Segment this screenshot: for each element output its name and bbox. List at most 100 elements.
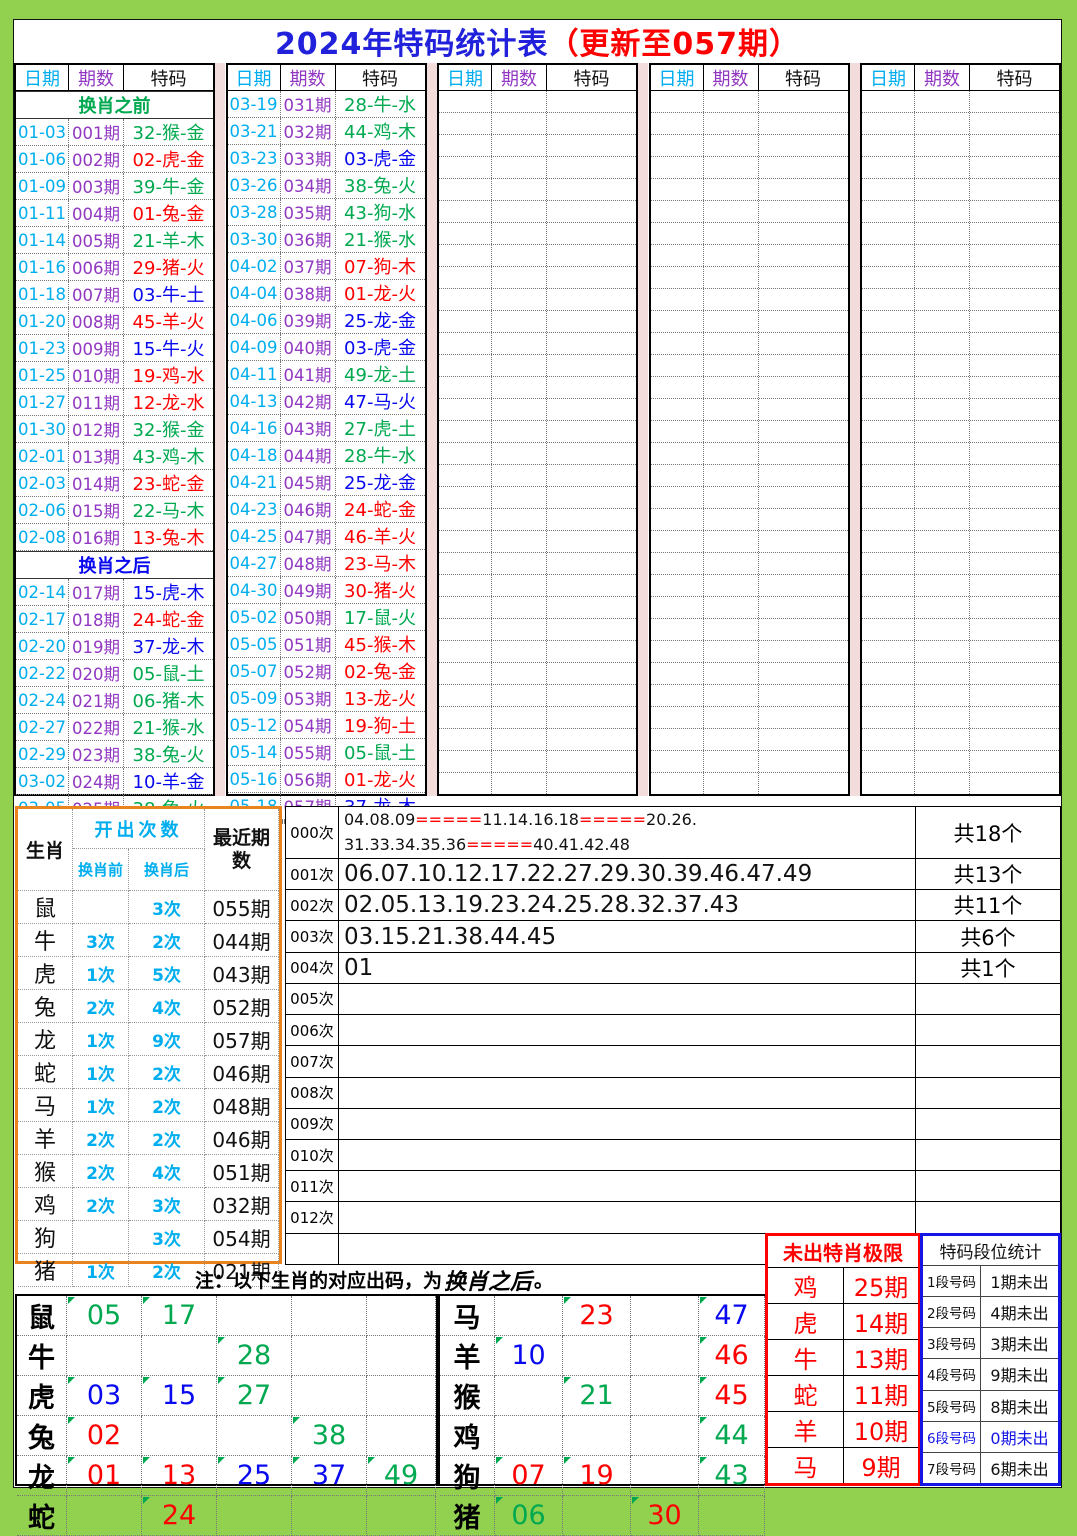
period-cell	[915, 487, 970, 508]
frequency-label	[285, 1234, 339, 1265]
special-code-cell	[547, 245, 636, 266]
zodiac-code-cell: 24	[142, 1496, 217, 1536]
date-cell	[862, 399, 915, 420]
draws-table-group-1: 日期期数特码换肖之前01-03001期32-猴-金01-06002期02-虎-金…	[14, 63, 215, 796]
date-cell: 05-05	[228, 631, 281, 657]
date-cell: 02-01	[16, 443, 69, 469]
period-cell	[915, 685, 970, 706]
special-code-cell	[547, 91, 636, 112]
segment-stats-row: 6段号码0期未出	[923, 1422, 1058, 1453]
period-cell	[492, 597, 547, 618]
draw-row	[439, 201, 636, 223]
date-cell	[439, 179, 492, 200]
frequency-number-segment: =====	[466, 835, 533, 854]
date-cell	[651, 465, 704, 486]
special-code-cell	[970, 465, 1059, 486]
special-code-cell	[759, 333, 848, 354]
period-cell	[492, 465, 547, 486]
draw-row	[862, 421, 1059, 443]
special-code-cell: 44-鸡-木	[336, 118, 425, 144]
period-cell	[492, 641, 547, 662]
date-cell	[651, 157, 704, 178]
period-cell	[704, 707, 759, 728]
period-cell: 008期	[69, 308, 124, 334]
date-cell: 03-26	[228, 172, 281, 198]
date-cell	[439, 509, 492, 530]
period-cell	[492, 399, 547, 420]
special-code-cell	[759, 487, 848, 508]
zodiac-label: 狗	[440, 1456, 495, 1496]
date-cell: 04-11	[228, 361, 281, 387]
draw-row	[862, 443, 1059, 465]
special-code-cell	[970, 531, 1059, 552]
period-cell: 055期	[281, 739, 336, 765]
segment-stats-title: 特码段位统计	[923, 1236, 1058, 1266]
date-cell: 04-23	[228, 496, 281, 522]
zodiac-stats-cell: 羊	[18, 1122, 73, 1155]
draw-row	[862, 157, 1059, 179]
segment-value: 0期未出	[981, 1422, 1058, 1452]
zodiac-stats-cell: 开出次数	[73, 809, 205, 849]
zodiac-stats-cell: 2次	[73, 1122, 129, 1155]
special-code-cell	[547, 443, 636, 464]
special-code-cell: 21-猴-水	[336, 226, 425, 252]
draw-row	[862, 465, 1059, 487]
draw-row: 02-01013期43-鸡-木	[16, 443, 213, 470]
draw-row	[651, 201, 848, 223]
period-cell	[704, 751, 759, 772]
date-cell	[439, 773, 492, 794]
draw-row: 01-09003期39-牛-金	[16, 173, 213, 200]
special-code-cell	[970, 201, 1059, 222]
period-cell: 042期	[281, 388, 336, 414]
segment-stats-row: 4段号码9期未出	[923, 1359, 1058, 1390]
draw-row: 04-18044期28-牛-水	[228, 442, 425, 469]
special-code-cell	[970, 223, 1059, 244]
draw-row	[651, 707, 848, 729]
date-cell	[439, 311, 492, 332]
period-cell	[915, 663, 970, 684]
special-code-cell: 45-猴-木	[336, 631, 425, 657]
frequency-count: 共6个	[916, 921, 1061, 952]
special-code-cell: 02-兔-金	[336, 658, 425, 684]
special-code-cell	[547, 465, 636, 486]
period-cell	[492, 575, 547, 596]
draw-row: 04-23046期24-蛇-金	[228, 496, 425, 523]
zodiac-stats-cell: 2次	[129, 1089, 205, 1122]
date-cell: 03-28	[228, 199, 281, 225]
segment-stats-row: 3段号码3期未出	[923, 1328, 1058, 1359]
period-cell	[492, 201, 547, 222]
period-cell: 002期	[69, 146, 124, 172]
draw-row: 05-16056期01-龙-火	[228, 766, 425, 793]
date-cell	[862, 421, 915, 442]
draw-row	[651, 267, 848, 289]
special-code-cell: 01-兔-金	[124, 200, 213, 226]
date-cell	[651, 575, 704, 596]
date-cell	[651, 421, 704, 442]
frequency-number-segment: 20.26.	[646, 810, 697, 829]
date-cell	[862, 729, 915, 750]
period-cell	[492, 729, 547, 750]
frequency-numbers-row	[339, 1202, 916, 1233]
special-code-cell	[970, 685, 1059, 706]
period-cell	[492, 245, 547, 266]
frequency-numbers-row: 03.15.21.38.44.45	[339, 921, 916, 952]
zodiac-stats-cell: 鼠	[18, 891, 73, 924]
draw-row	[862, 773, 1059, 794]
date-cell	[439, 443, 492, 464]
special-code-cell	[759, 289, 848, 310]
zodiac-code-cell	[367, 1416, 436, 1456]
zodiac-stats-cell: 换肖后	[129, 849, 205, 891]
period-cell	[704, 685, 759, 706]
frequency-count: 共1个	[916, 953, 1061, 984]
period-cell: 053期	[281, 685, 336, 711]
draw-row: 05-07052期02-兔-金	[228, 658, 425, 685]
draw-row	[651, 685, 848, 707]
date-cell: 04-21	[228, 469, 281, 495]
date-cell: 02-27	[16, 714, 69, 740]
draw-row	[651, 113, 848, 135]
draw-row: 04-13042期47-马-火	[228, 388, 425, 415]
date-cell	[862, 685, 915, 706]
zodiac-code-cell	[367, 1376, 436, 1416]
period-cell: 032期	[281, 118, 336, 144]
segment-label: 1段号码	[923, 1266, 981, 1296]
